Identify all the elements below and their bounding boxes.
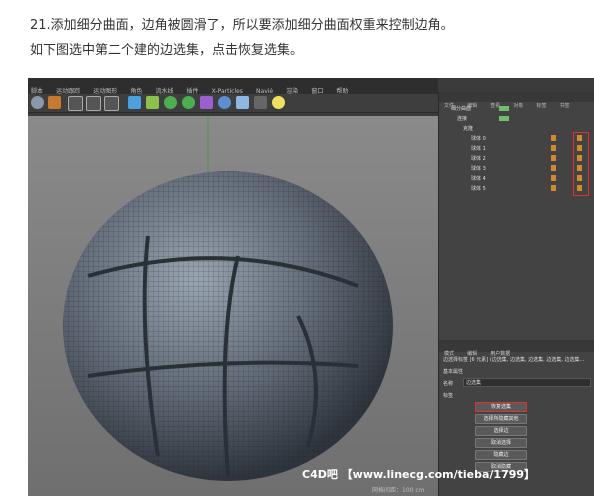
deformer-icon[interactable] <box>200 96 213 109</box>
clapper-icon[interactable] <box>104 96 119 111</box>
camera-icon[interactable] <box>254 96 267 109</box>
basic-props-heading: 基本属性 <box>443 369 464 375</box>
object-row[interactable]: 球体 3 <box>439 164 594 174</box>
select-edges-button[interactable]: 选择边 <box>475 426 527 436</box>
hide-edges-button[interactable]: 隐藏边 <box>475 450 527 460</box>
clapper-icon[interactable] <box>68 96 83 111</box>
object-label: 连接 <box>457 116 468 122</box>
menu-bar: 脚本 运动跟踪 运动图形 角色 流水线 插件 X-Particles Navié… <box>28 78 438 95</box>
name-label: 名称 <box>443 381 454 387</box>
watermark: C4D吧 【www.linecg.com/tieba/1799】 <box>302 468 536 481</box>
instruction-line-2: 如下图选中第二个建的边选集，点击恢复选集。 <box>30 43 304 58</box>
tag-icon[interactable] <box>551 165 556 171</box>
object-label: 球体 1 <box>471 146 486 152</box>
object-row[interactable]: 球体 4 <box>439 174 594 184</box>
viewport[interactable] <box>28 116 438 496</box>
object-label: 克隆 <box>463 126 474 132</box>
tag-icon[interactable] <box>551 135 556 141</box>
object-row[interactable]: 球体 1 <box>439 144 594 154</box>
render-icon[interactable] <box>48 96 61 109</box>
tag-label: 标签 <box>443 393 454 399</box>
grid-scale: 网格间距：100 cm <box>372 487 425 494</box>
toolbar <box>28 94 438 113</box>
cinema4d-screenshot: 脚本 运动跟踪 运动图形 角色 流水线 插件 X-Particles Navié… <box>28 78 594 496</box>
checkmark-icon[interactable] <box>499 116 509 121</box>
object-label: 球体 2 <box>471 156 486 162</box>
attribute-title: 边选择标签 [6 元素] (边选集, 边选集, 边选集, 边选集, 边选集... <box>443 357 585 363</box>
object-manager: 文件 编辑 查看 对象 标签 书签 细分曲面 连接 克隆 球体 0 球体 1 球… <box>438 92 594 496</box>
object-row[interactable]: 连接 <box>439 114 594 124</box>
name-field[interactable]: 边选集 <box>463 378 591 387</box>
select-hidden-button[interactable]: 选择所隐藏其他 <box>475 414 527 424</box>
scene-icon[interactable] <box>218 96 231 109</box>
attribute-tabs: 模式 编辑 用户数据 <box>439 340 594 357</box>
checkmark-icon[interactable] <box>499 106 509 111</box>
object-manager-menu: 文件 编辑 查看 对象 标签 书签 <box>439 92 594 109</box>
deselect-button[interactable]: 取消选择 <box>475 438 527 448</box>
object-row[interactable]: 球体 5 <box>439 184 594 194</box>
pen-icon[interactable] <box>146 96 159 109</box>
ball-mesh <box>63 116 393 481</box>
object-row[interactable]: 克隆 <box>439 124 594 134</box>
tag-icon[interactable] <box>551 175 556 181</box>
object-row[interactable]: 球体 0 <box>439 134 594 144</box>
undo-icon[interactable] <box>31 96 44 109</box>
object-label: 细分曲面 <box>451 106 472 112</box>
object-label: 球体 4 <box>471 176 486 182</box>
object-row[interactable]: 球体 2 <box>439 154 594 164</box>
tag-icon[interactable] <box>551 155 556 161</box>
selection-highlight <box>573 132 589 196</box>
restore-selection-button[interactable]: 恢复选集 <box>475 402 527 412</box>
cloner-icon[interactable] <box>182 96 195 109</box>
tag-icon[interactable] <box>551 145 556 151</box>
cube-icon[interactable] <box>128 96 141 109</box>
instruction-line-1: 21.添加细分曲面，边角被圆滑了，所以要添加细分曲面权重来控制边角。 <box>30 18 454 33</box>
object-label: 球体 3 <box>471 166 486 172</box>
object-row[interactable]: 细分曲面 <box>439 104 594 114</box>
object-label: 球体 5 <box>471 186 486 192</box>
object-label: 球体 0 <box>471 136 486 142</box>
tag-icon[interactable] <box>551 185 556 191</box>
floor-icon[interactable] <box>236 96 249 109</box>
subdivision-icon[interactable] <box>164 96 177 109</box>
clapper-icon[interactable] <box>86 96 101 111</box>
light-icon[interactable] <box>272 96 285 109</box>
